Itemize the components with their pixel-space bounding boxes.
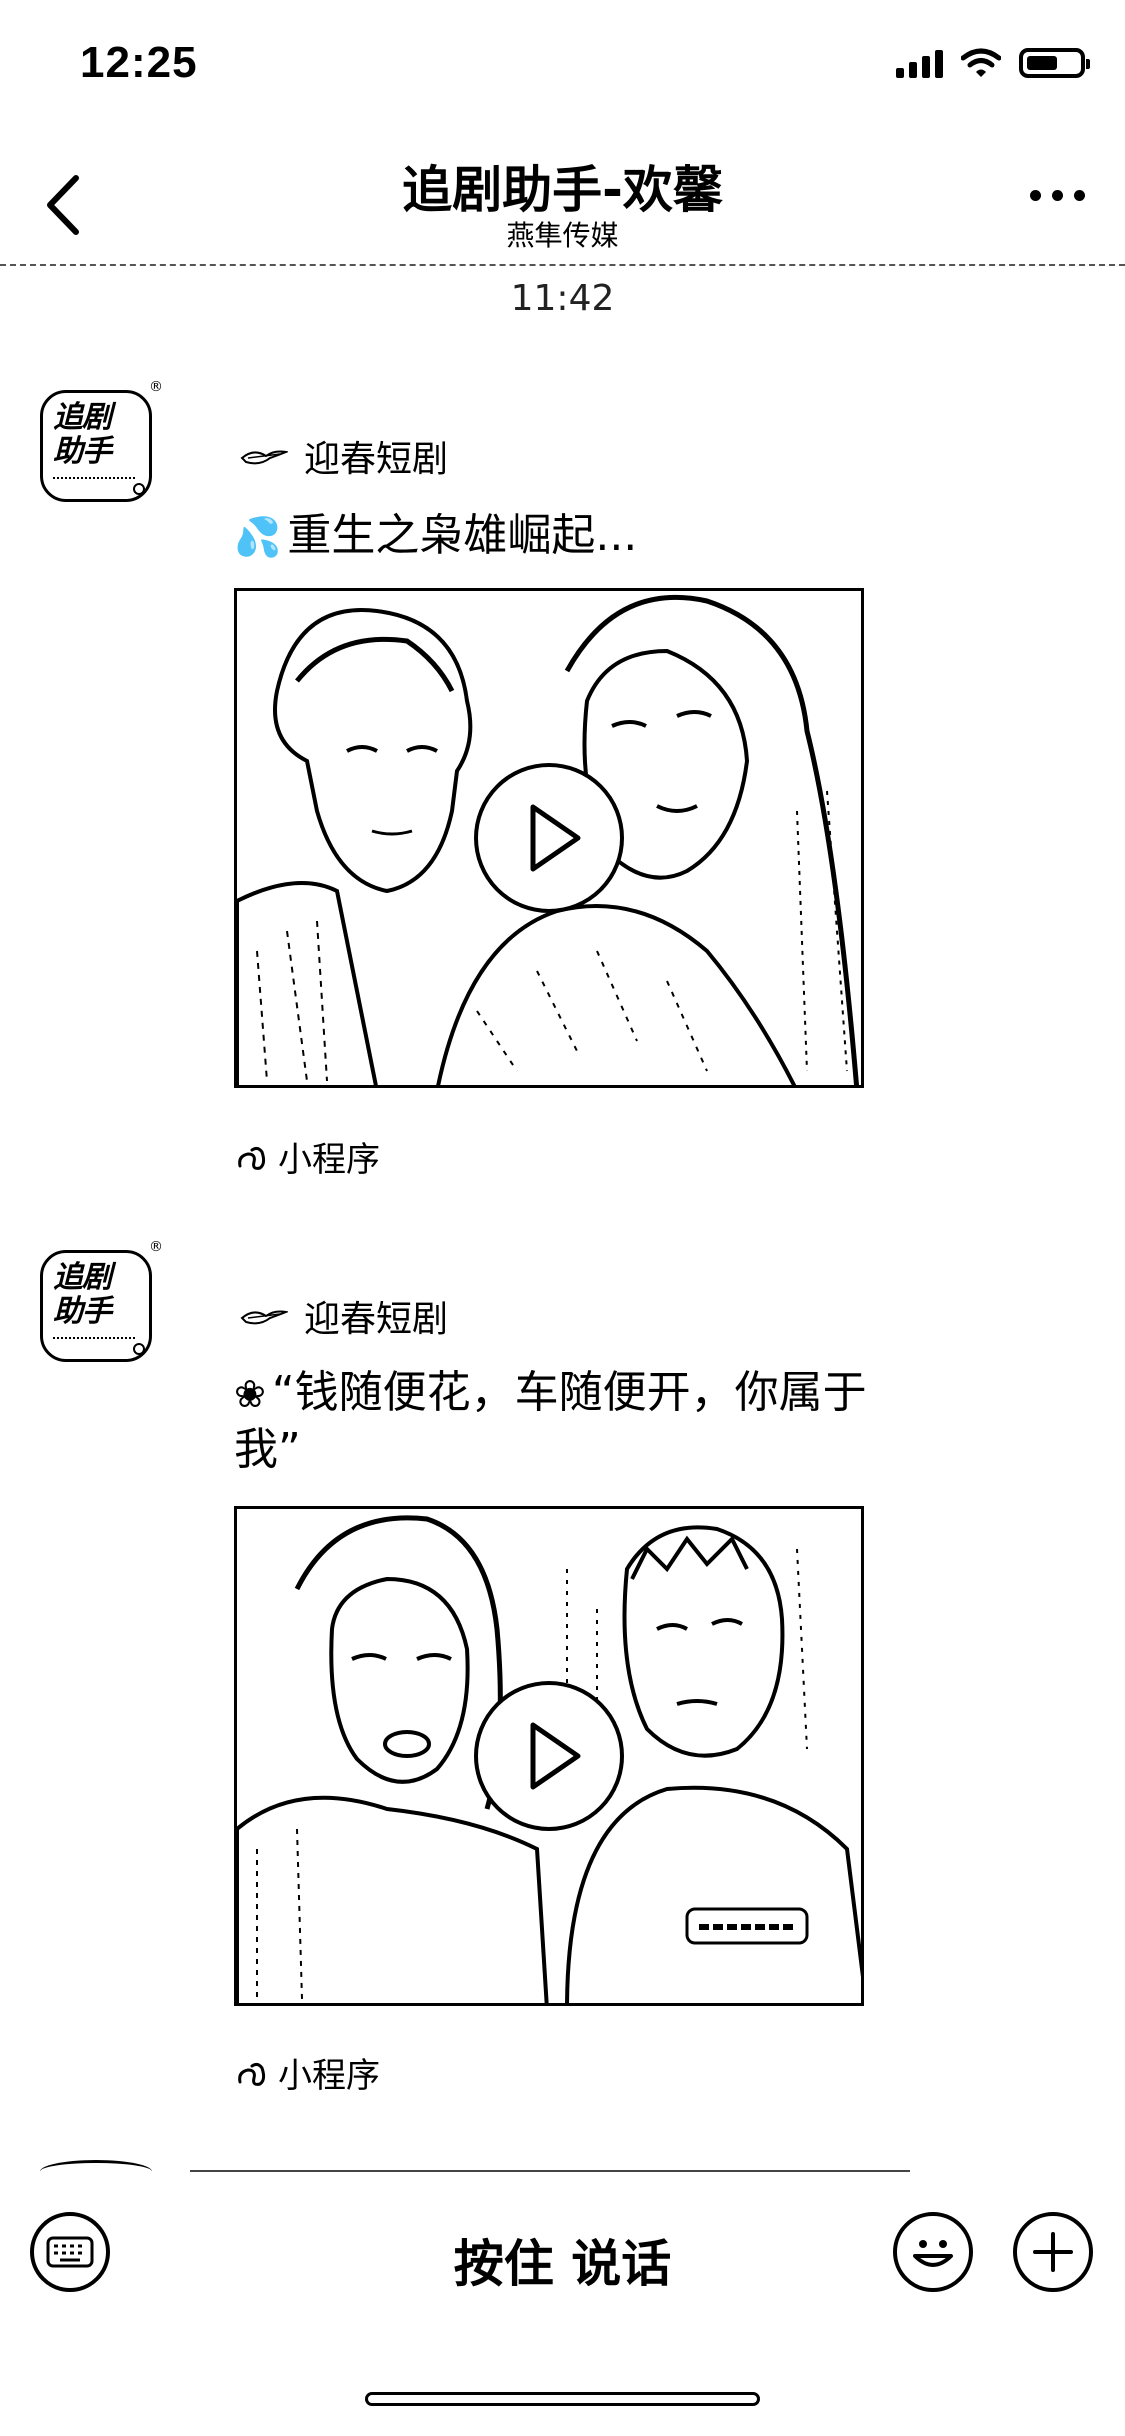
link-icon — [238, 2062, 266, 2086]
input-bar: 按住 说话 — [0, 2180, 1125, 2330]
source-name: 迎春短剧 — [304, 1299, 449, 1340]
status-icons — [896, 48, 1090, 78]
mini-program-label: 小程序 — [278, 1140, 380, 1180]
video-thumbnail[interactable] — [234, 1506, 864, 2006]
plus-icon[interactable] — [1013, 2212, 1093, 2292]
mini-program-caption: 💦 重生之枭雄崛起... — [234, 510, 638, 561]
chat-subtitle: 燕隼传媒 — [506, 219, 619, 252]
mini-program-label: 小程序 — [278, 2056, 380, 2096]
input-divider — [190, 2170, 910, 2172]
mini-program-source: 迎春短剧 — [240, 430, 448, 482]
sweat-drops-icon: 💦 — [234, 515, 282, 559]
mini-program-tag: 小程序 — [234, 1132, 380, 1181]
wifi-icon — [961, 48, 1001, 77]
status-time: 12:25 — [80, 38, 198, 87]
mini-program-caption: ❀ “钱随便花，车随便开，你属于我” — [234, 1367, 867, 1475]
mini-program-tag: 小程序 — [234, 2048, 380, 2097]
flower-icon: ❀ — [234, 1372, 266, 1416]
play-icon[interactable] — [474, 763, 624, 913]
message-timestamp: 11:42 — [510, 278, 615, 319]
status-bar: 12:25 — [0, 0, 1125, 130]
signal-icon — [896, 48, 943, 78]
play-icon[interactable] — [474, 1681, 624, 1831]
battery-icon — [1019, 48, 1090, 78]
avatar[interactable]: 追剧 助手 ® — [40, 379, 163, 502]
avatar-logo-text: 追剧 助手 — [53, 400, 112, 469]
chat-header: 追剧助手-欢馨 燕隼传媒 — [0, 130, 1125, 265]
home-indicator[interactable] — [365, 2392, 760, 2406]
bird-icon — [240, 1310, 288, 1325]
chat-title: 追剧助手-欢馨 — [402, 161, 723, 219]
video-thumbnail[interactable] — [234, 588, 864, 1088]
header-divider — [0, 264, 1125, 266]
mini-program-source: 迎春短剧 — [240, 1290, 448, 1342]
more-dots-icon[interactable] — [1030, 190, 1085, 201]
avatar-logo-text: 追剧 助手 — [53, 1260, 112, 1329]
link-icon — [238, 1146, 266, 1170]
source-name: 迎春短剧 — [304, 439, 449, 480]
smiley-icon[interactable] — [893, 2212, 973, 2292]
avatar[interactable]: 追剧 助手 ® — [40, 1239, 163, 1362]
bird-icon — [240, 450, 288, 465]
